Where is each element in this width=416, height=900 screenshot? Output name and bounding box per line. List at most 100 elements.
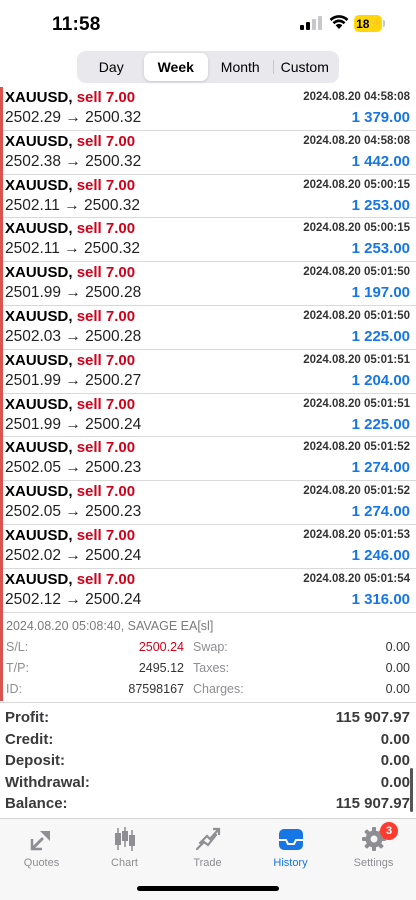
- symbol-text: XAUUSD: [5, 264, 69, 282]
- tab-quotes[interactable]: Quotes: [0, 825, 83, 869]
- deals-list: XAUUSD, sell 7.00 2502.29 → 2500.32 2024.0…: [0, 87, 416, 613]
- deal-side: sell 7.00: [76, 395, 136, 413]
- deal-datetime: 2024.08.20 05:00:15: [303, 222, 410, 235]
- arrow-right-icon: →: [65, 152, 81, 170]
- sell-indicator-bar: [0, 349, 3, 394]
- deal-profit: 1 197.00: [351, 284, 410, 302]
- sell-indicator-bar: [0, 262, 3, 306]
- arrow-right-icon: →: [65, 415, 81, 433]
- arrow-right-icon: →: [65, 284, 81, 302]
- open-price: 2501.99: [5, 371, 62, 389]
- deal-prices: 2502.11 → 2500.32: [5, 197, 140, 215]
- deal-row[interactable]: XAUUSD, sell 7.00 2502.03 → 2500.28 2024.0…: [0, 305, 416, 350]
- deal-datetime: 2024.08.20 05:01:50: [303, 266, 410, 279]
- deal-row[interactable]: XAUUSD, sell 7.00 2501.99 → 2500.27 2024.0…: [0, 349, 416, 394]
- deal-symbol: XAUUSD, sell 7.00: [5, 220, 136, 238]
- deal-side: sell 7.00: [76, 264, 136, 282]
- deal-profit: 1 204.00: [351, 371, 410, 389]
- sell-indicator-bar: [0, 174, 3, 219]
- deal-symbol: XAUUSD, sell 7.00: [5, 570, 136, 588]
- summary-label: Balance:: [5, 795, 68, 813]
- deal-row[interactable]: XAUUSD, sell 7.00 2502.05 → 2500.23 2024.0…: [0, 437, 416, 482]
- tab-chart[interactable]: Chart: [83, 825, 166, 869]
- status-time: 11:58: [52, 14, 101, 35]
- trade-icon: [195, 827, 220, 851]
- sell-indicator-bar: [0, 481, 3, 525]
- cellular-signal-icon: [300, 16, 322, 30]
- period-day-tab[interactable]: Day: [79, 53, 144, 81]
- close-price: 2500.32: [84, 196, 141, 214]
- tab-history[interactable]: History: [249, 825, 332, 869]
- deal-detail[interactable]: 2024.08.20 05:08:40, SAVAGE EA[sl] S/L: …: [0, 613, 416, 701]
- scroll-indicator[interactable]: [410, 768, 413, 812]
- tab-settings[interactable]: 3 Settings: [332, 822, 415, 869]
- period-selector: Day Week Month Custom: [77, 51, 339, 83]
- deal-row[interactable]: XAUUSD, sell 7.00 2501.99 → 2500.24 2024.0…: [0, 393, 416, 438]
- summary-label: Withdrawal:: [5, 773, 90, 791]
- deal-row[interactable]: XAUUSD, sell 7.00 2502.38 → 2500.32 2024.0…: [0, 130, 416, 175]
- deal-prices: 2501.99 → 2500.27: [5, 372, 141, 390]
- deal-profit: 1 274.00: [351, 503, 410, 521]
- deal-side: sell 7.00: [76, 220, 136, 238]
- sell-indicator-bar: [0, 87, 3, 131]
- deal-symbol: XAUUSD, sell 7.00: [5, 439, 136, 457]
- open-price: 2502.12: [5, 590, 62, 608]
- deal-symbol: XAUUSD, sell 7.00: [5, 395, 136, 413]
- deal-prices: 2502.11 → 2500.32: [5, 240, 140, 258]
- deal-prices: 2502.38 → 2500.32: [5, 153, 141, 171]
- summary-value: 0.00: [380, 730, 410, 748]
- summary-value: 115 907.97: [335, 709, 410, 726]
- deal-datetime: 2024.08.20 05:01:52: [303, 485, 410, 498]
- summary-row: Withdrawal: 0.00: [0, 772, 416, 794]
- history-tray-icon: [278, 829, 303, 850]
- deal-row[interactable]: XAUUSD, sell 7.00 2501.99 → 2500.28 2024.0…: [0, 262, 416, 306]
- tab-trade[interactable]: Trade: [166, 825, 249, 869]
- close-price: 2500.23: [85, 503, 142, 521]
- deal-datetime: 2024.08.20 04:58:08: [303, 134, 410, 147]
- arrow-right-icon: →: [64, 240, 80, 258]
- deal-row[interactable]: XAUUSD, sell 7.00 2502.11 → 2500.32 2024.0…: [0, 174, 416, 219]
- period-custom-tab[interactable]: Custom: [272, 53, 338, 81]
- deal-side: sell 7.00: [76, 351, 136, 369]
- detail-row-sl: S/L: 2500.24 Swap: 0.00: [0, 640, 416, 658]
- tp-label: T/P:: [6, 661, 29, 675]
- detail-row-tp: T/P: 2495.12 Taxes: 0.00: [0, 661, 416, 679]
- summary-row: Deposit: 0.00: [0, 750, 416, 772]
- open-price: 2502.02: [5, 546, 62, 564]
- sell-indicator-bar: [0, 437, 3, 482]
- deal-prices: 2502.02 → 2500.24: [5, 547, 141, 565]
- deal-datetime: 2024.08.20 05:01:51: [303, 353, 410, 366]
- close-price: 2500.27: [85, 371, 142, 389]
- deal-row[interactable]: XAUUSD, sell 7.00 2502.05 → 2500.23 2024.0…: [0, 481, 416, 525]
- deal-row[interactable]: XAUUSD, sell 7.00 2502.02 → 2500.24 2024.0…: [0, 524, 416, 569]
- open-price: 2502.05: [5, 459, 62, 477]
- summary-value: 115 907.97: [335, 795, 410, 813]
- swap-value: 0.00: [385, 640, 410, 654]
- tp-value: 2495.12: [138, 661, 184, 675]
- charges-label: Charges:: [193, 682, 244, 696]
- open-price: 2502.11: [5, 240, 60, 258]
- deal-datetime: 2024.08.20 04:58:08: [303, 91, 410, 103]
- symbol-text: XAUUSD: [5, 483, 69, 501]
- symbol-text: XAUUSD: [5, 526, 69, 544]
- close-price: 2500.24: [85, 546, 142, 564]
- close-price: 2500.23: [85, 459, 142, 477]
- battery-tip: [383, 20, 385, 27]
- wifi-icon: [329, 15, 349, 29]
- deal-symbol: XAUUSD, sell 7.00: [5, 264, 136, 282]
- period-week-tab[interactable]: Week: [143, 53, 208, 81]
- open-price: 2502.11: [5, 196, 60, 214]
- sell-indicator-bar: [0, 524, 3, 569]
- deal-row[interactable]: XAUUSD, sell 7.00 2502.29 → 2500.32 2024.0…: [0, 87, 416, 131]
- deal-profit: 1 246.00: [351, 546, 410, 564]
- open-price: 2501.99: [5, 415, 62, 433]
- deal-datetime: 2024.08.20 05:01:52: [303, 441, 410, 454]
- deal-symbol: XAUUSD, sell 7.00: [5, 483, 136, 501]
- deal-side: sell 7.00: [76, 483, 136, 501]
- quotes-icon: [30, 831, 50, 851]
- period-month-tab[interactable]: Month: [208, 53, 273, 81]
- deal-row[interactable]: XAUUSD, sell 7.00 2502.11 → 2500.32 2024.0…: [0, 218, 416, 263]
- deal-row[interactable]: XAUUSD, sell 7.00 2502.12 → 2500.24 2024.0…: [0, 568, 416, 613]
- deal-profit: 1 225.00: [351, 415, 410, 433]
- close-price: 2500.32: [84, 240, 141, 258]
